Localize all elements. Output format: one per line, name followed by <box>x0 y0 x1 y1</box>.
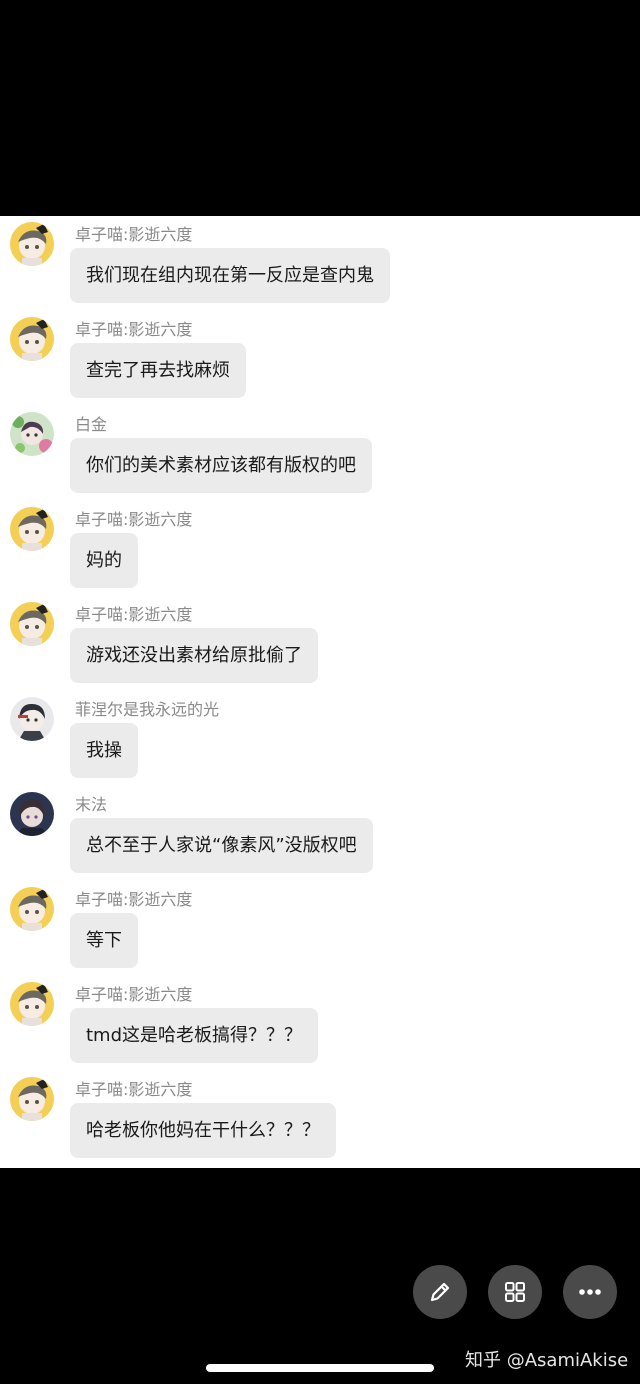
more-button[interactable] <box>563 1265 617 1319</box>
avatar <box>10 887 54 931</box>
avatar <box>10 412 54 456</box>
sender-name: 卓子喵:影逝六度 <box>75 985 193 1004</box>
sender-name: 末法 <box>75 795 108 814</box>
message-bubble: 妈的 <box>70 533 138 588</box>
avatar <box>10 602 54 646</box>
message-bubble: 游戏还没出素材给原批偷了 <box>70 628 318 683</box>
chat-message: 菲涅尔是我永远的光 我操 <box>0 691 640 786</box>
sender-name: 卓子喵:影逝六度 <box>75 320 193 339</box>
chat-message: 卓子喵:影逝六度 tmd这是哈老板搞得？？？ <box>0 976 640 1071</box>
sender-name: 白金 <box>75 415 108 434</box>
avatar <box>10 507 54 551</box>
message-bubble: tmd这是哈老板搞得？？？ <box>70 1008 319 1063</box>
grid-icon <box>505 1282 525 1302</box>
avatar <box>10 982 54 1026</box>
chat-message: 卓子喵:影逝六度 查完了再去找麻烦 <box>0 311 640 406</box>
pencil-icon <box>430 1282 450 1302</box>
avatar <box>10 792 54 836</box>
chat-message: 卓子喵:影逝六度 等下 <box>0 881 640 976</box>
home-indicator[interactable] <box>206 1364 434 1372</box>
message-bubble: 我们现在组内现在第一反应是查内鬼 <box>70 248 390 303</box>
chat-message: 末法 总不至于人家说“像素风”没版权吧 <box>0 786 640 881</box>
chat-message: 卓子喵:影逝六度 游戏还没出素材给原批偷了 <box>0 596 640 691</box>
message-bubble: 我操 <box>70 723 138 778</box>
sender-name: 卓子喵:影逝六度 <box>75 225 193 244</box>
message-bubble: 查完了再去找麻烦 <box>70 343 246 398</box>
sender-name: 卓子喵:影逝六度 <box>75 1080 193 1099</box>
avatar <box>10 1077 54 1121</box>
avatar <box>10 697 54 741</box>
chat-screenshot: 卓子喵:影逝六度 我们现在组内现在第一反应是查内鬼 卓子喵:影逝六度 查完了再去… <box>0 216 640 1168</box>
message-bubble: 总不至于人家说“像素风”没版权吧 <box>70 818 373 873</box>
chat-message: 白金 你们的美术素材应该都有版权的吧 <box>0 406 640 501</box>
watermark: 知乎 @AsamiAkise <box>465 1350 629 1371</box>
avatar <box>10 222 54 266</box>
sender-name: 卓子喵:影逝六度 <box>75 605 193 624</box>
edit-button[interactable] <box>413 1265 467 1319</box>
chat-message: 卓子喵:影逝六度 妈的 <box>0 501 640 596</box>
grid-button[interactable] <box>488 1265 542 1319</box>
message-bubble: 哈老板你他妈在干什么？？？ <box>70 1103 336 1158</box>
sender-name: 菲涅尔是我永远的光 <box>75 700 220 719</box>
chat-message: 卓子喵:影逝六度 哈老板你他妈在干什么？？？ <box>0 1071 640 1166</box>
sender-name: 卓子喵:影逝六度 <box>75 510 193 529</box>
sender-name: 卓子喵:影逝六度 <box>75 890 193 909</box>
message-bubble: 等下 <box>70 913 138 968</box>
more-icon <box>579 1289 601 1295</box>
avatar <box>10 317 54 361</box>
chat-message: 卓子喵:影逝六度 我们现在组内现在第一反应是查内鬼 <box>0 216 640 311</box>
message-bubble: 你们的美术素材应该都有版权的吧 <box>70 438 372 493</box>
